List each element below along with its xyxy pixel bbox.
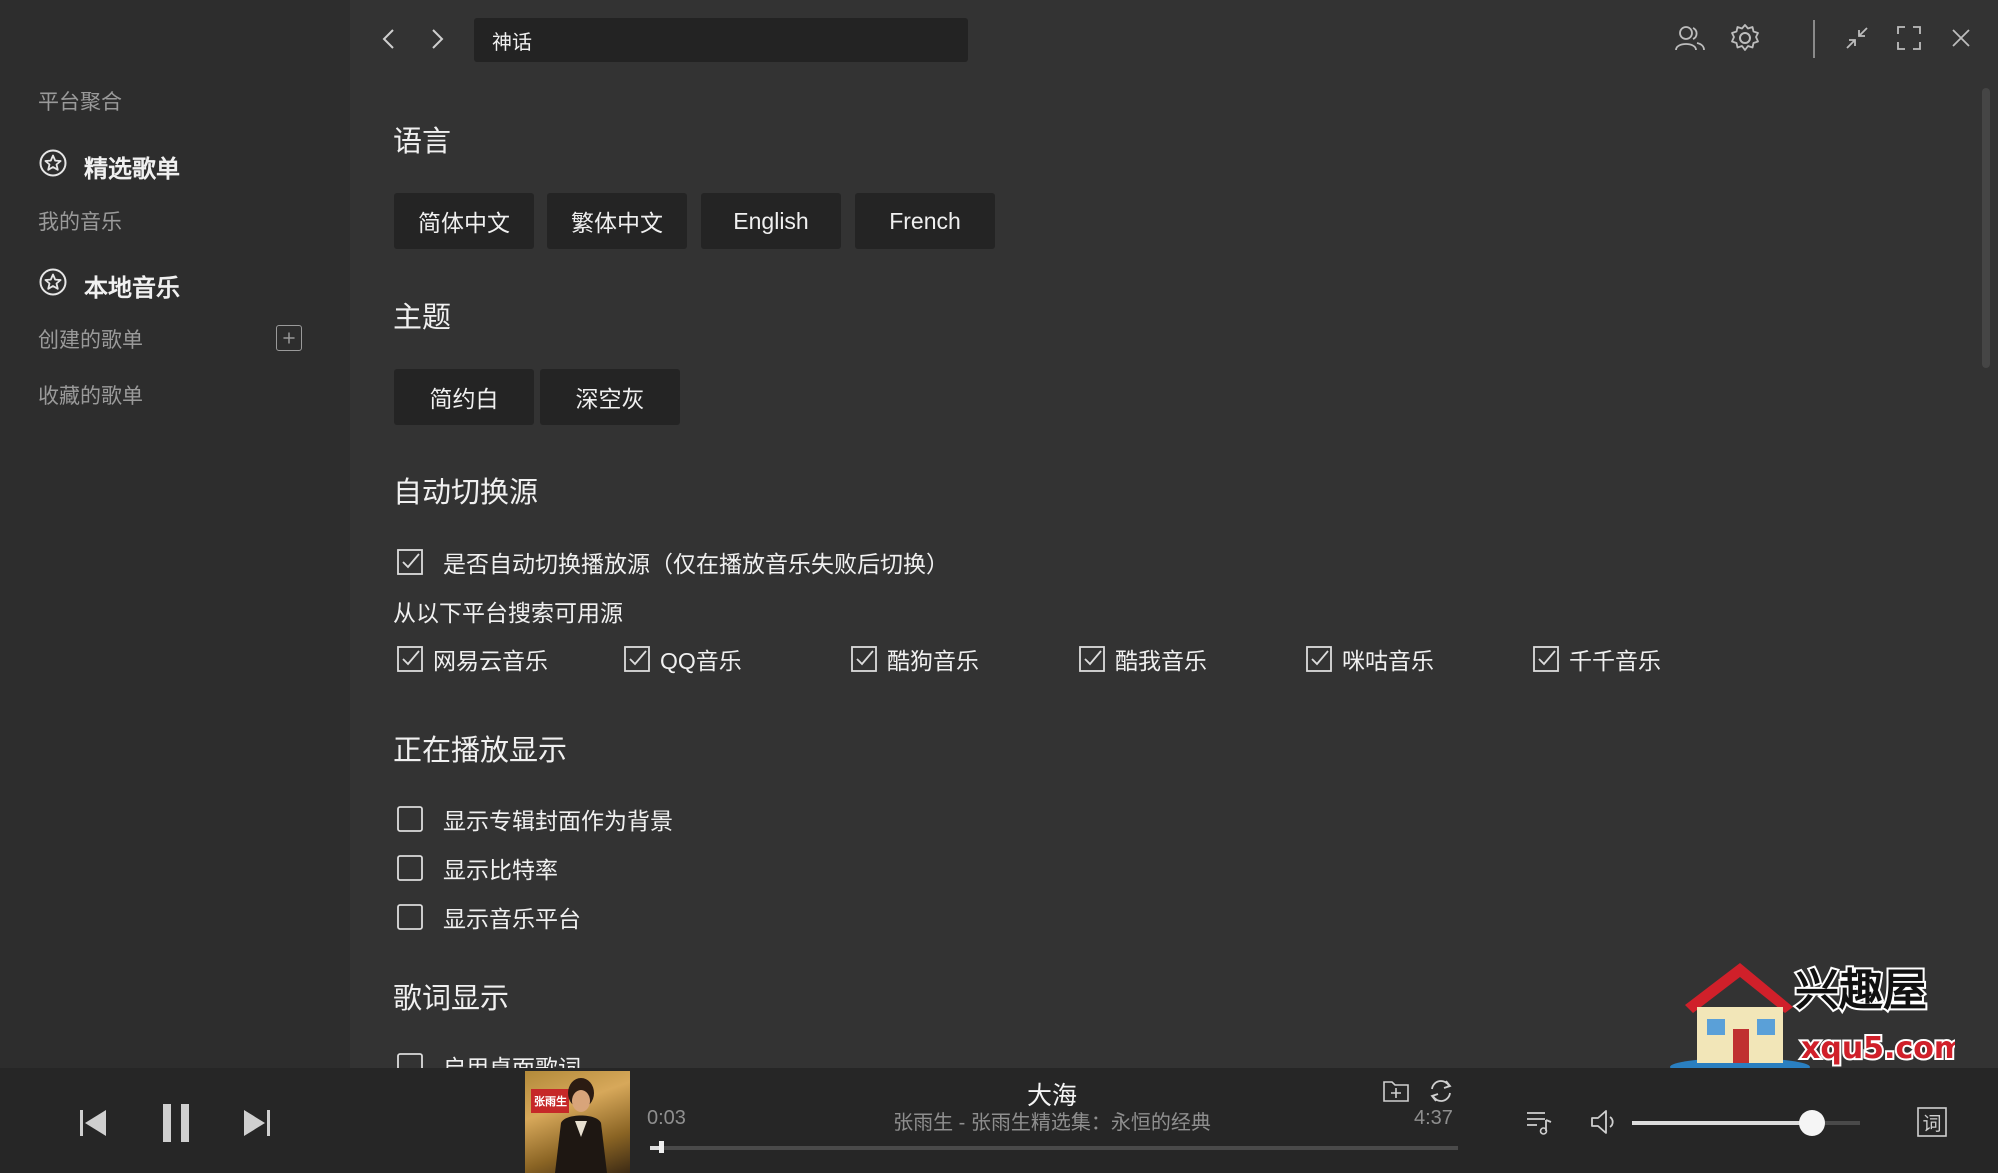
checkbox-checked-icon	[851, 646, 877, 672]
platform-checkbox-kuwo[interactable]: 酷我音乐	[1079, 642, 1207, 676]
watermark-logo: 兴趣屋 xqu5.com	[1665, 955, 1967, 1080]
platform-checkbox-kugou[interactable]: 酷狗音乐	[851, 642, 979, 676]
current-time: 0:03	[647, 1107, 686, 1129]
lyrics-button[interactable]: 词	[1917, 1106, 1947, 1138]
chevron-right-icon	[432, 29, 444, 49]
sidebar-item-label: 精选歌单	[84, 156, 180, 183]
section-title-language: 语言	[393, 126, 452, 158]
forward-button[interactable]	[422, 22, 452, 56]
platforms-label: 从以下平台搜索可用源	[393, 600, 623, 626]
repeat-icon	[1430, 1080, 1452, 1102]
fullscreen-icon	[1897, 26, 1921, 50]
checkbox-checked-icon	[624, 646, 650, 672]
checkbox-checked-icon	[1533, 646, 1559, 672]
platform-checkbox-qq[interactable]: QQ音乐	[624, 642, 742, 676]
checkbox-checked-icon	[1079, 646, 1105, 672]
checkbox-checked-icon	[1306, 646, 1332, 672]
sidebar-item-created[interactable]: 创建的歌单	[38, 324, 143, 354]
checkbox-label: 千千音乐	[1569, 648, 1661, 674]
theme-option[interactable]: 简约白	[394, 369, 534, 425]
checkbox-label: 显示音乐平台	[443, 906, 581, 932]
option-bitrate[interactable]: 显示比特率	[397, 851, 558, 885]
total-time: 4:37	[1414, 1107, 1453, 1129]
playlist-button[interactable]	[1524, 1106, 1554, 1136]
language-option[interactable]: 简体中文	[394, 193, 534, 249]
checkbox-label: 网易云音乐	[433, 648, 548, 674]
section-title-lyrics: 歌词显示	[393, 983, 510, 1015]
sidebar-group-title: 平台聚合	[38, 91, 122, 114]
checkbox-label: 显示比特率	[443, 857, 558, 883]
sidebar-item-local[interactable]: 本地音乐	[38, 267, 180, 304]
repeat-button[interactable]	[1427, 1078, 1455, 1104]
fullscreen-button[interactable]	[1891, 20, 1927, 56]
users-icon	[1675, 26, 1705, 51]
checkbox-label: 酷我音乐	[1115, 648, 1207, 674]
checkbox-label: 酷狗音乐	[887, 648, 979, 674]
close-button[interactable]	[1943, 20, 1979, 56]
checkbox-checked-icon	[397, 549, 423, 575]
close-icon	[1952, 29, 1970, 47]
theme-option[interactable]: 深空灰	[540, 369, 680, 425]
toolbar-divider	[1813, 20, 1815, 58]
chevron-left-icon	[382, 29, 394, 49]
option-album-cover-bg[interactable]: 显示专辑封面作为背景	[397, 802, 673, 836]
sidebar-item-featured[interactable]: 精选歌单	[38, 148, 180, 185]
section-title-theme: 主题	[393, 302, 452, 334]
language-option[interactable]: 繁体中文	[547, 193, 687, 249]
folder-add-icon	[1383, 1081, 1409, 1102]
plus-icon	[283, 332, 295, 344]
language-option[interactable]: English	[701, 193, 841, 249]
user-button[interactable]	[1672, 20, 1708, 56]
add-playlist-button[interactable]	[276, 325, 302, 351]
watermark-domain: xqu5.com	[1801, 1031, 1955, 1066]
checkbox-empty-icon	[397, 806, 423, 832]
svg-text:词: 词	[1922, 1113, 1941, 1135]
option-platform[interactable]: 显示音乐平台	[397, 900, 581, 934]
checkbox-label: 显示专辑封面作为背景	[443, 808, 673, 834]
add-to-playlist-button[interactable]	[1382, 1078, 1410, 1104]
auto-switch-toggle[interactable]: 是否自动切换播放源（仅在播放音乐失败后切换）	[397, 545, 949, 579]
back-button[interactable]	[373, 22, 403, 56]
watermark-brand: 兴趣屋	[1795, 965, 1927, 1016]
platform-checkbox-netease[interactable]: 网易云音乐	[397, 642, 548, 676]
checkbox-label: 咪咕音乐	[1342, 648, 1434, 674]
platform-checkbox-migu[interactable]: 咪咕音乐	[1306, 642, 1434, 676]
star-icon	[38, 148, 68, 185]
volume-button[interactable]	[1588, 1107, 1618, 1137]
checkbox-label: 是否自动切换播放源（仅在播放音乐失败后切换）	[443, 551, 949, 577]
scrollbar[interactable]	[1982, 88, 1990, 368]
search-input[interactable]	[474, 18, 968, 62]
volume-icon	[1591, 1110, 1614, 1134]
volume-fill	[1632, 1121, 1813, 1125]
checkbox-empty-icon	[397, 855, 423, 881]
sidebar-item-label: 本地音乐	[84, 275, 180, 302]
checkbox-label: QQ音乐	[660, 648, 742, 674]
shrink-icon	[1846, 27, 1868, 49]
progress-handle[interactable]	[658, 1141, 664, 1153]
minimize-button[interactable]	[1839, 20, 1875, 56]
platform-checkbox-qianqian[interactable]: 千千音乐	[1533, 642, 1661, 676]
volume-slider[interactable]	[1632, 1110, 1860, 1136]
volume-handle[interactable]	[1799, 1110, 1826, 1136]
gear-icon	[1731, 24, 1759, 51]
checkbox-checked-icon	[397, 646, 423, 672]
sidebar-item-collected[interactable]: 收藏的歌单	[38, 380, 143, 410]
star-icon	[38, 267, 68, 304]
language-option[interactable]: French	[855, 193, 995, 249]
section-title-now-playing: 正在播放显示	[393, 735, 568, 767]
progress-bar[interactable]	[650, 1141, 1458, 1153]
playlist-icon	[1527, 1112, 1552, 1135]
progress-fill	[650, 1146, 659, 1150]
settings-button[interactable]	[1727, 20, 1763, 56]
checkbox-empty-icon	[397, 904, 423, 930]
lyrics-icon: 词	[1917, 1107, 1947, 1137]
sidebar: 平台聚合 精选歌单 我的音乐 本地音乐 创建的歌单 收藏的歌单	[0, 0, 350, 1068]
section-title-auto-switch: 自动切换源	[393, 477, 539, 509]
sidebar-item-my-music[interactable]: 我的音乐	[38, 206, 122, 236]
